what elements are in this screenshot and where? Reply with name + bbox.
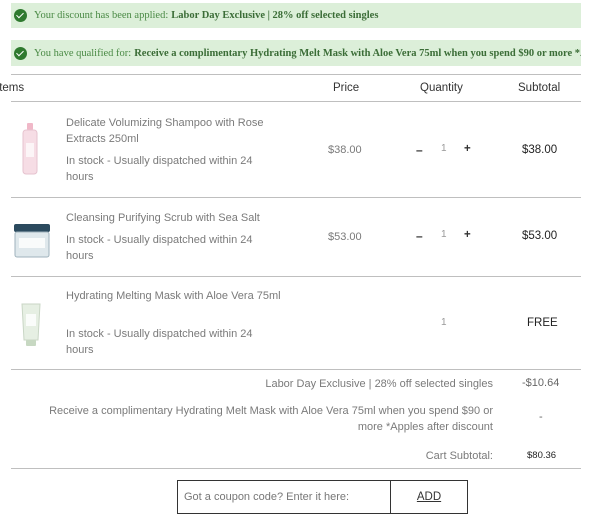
column-header-subtotal: Subtotal	[518, 82, 561, 94]
notice-prefix: Your discount has been applied:	[34, 10, 169, 21]
notice-highlight: Receive a complimentary Hydrating Melt M…	[134, 47, 581, 59]
increase-quantity-button[interactable]: +	[464, 143, 471, 155]
product-name[interactable]: Hydrating Melting Mask with Aloe Vera 75…	[66, 288, 281, 304]
column-header-quantity: Quantity	[420, 82, 463, 94]
product-name[interactable]: Cleansing Purifying Scrub with Sea Salt	[66, 210, 281, 226]
notice-prefix: You have qualified for:	[34, 47, 132, 59]
cart-row: Cleansing Purifying Scrub with Sea Salt …	[0, 197, 611, 277]
cart-subtotal-label: Cart Subtotal:	[425, 450, 493, 462]
column-header-price: Price	[333, 82, 360, 94]
gift-label: Receive a complimentary Hydrating Melt M…	[49, 405, 493, 433]
notice-highlight: Labor Day Exclusive | 28% off selected s…	[171, 10, 379, 21]
discount-applied-notice: Your discount has been applied: Labor Da…	[11, 3, 581, 28]
coupon-form: ADD	[177, 480, 468, 514]
check-circle-icon	[14, 46, 27, 60]
decrease-quantity-button[interactable]: –	[416, 143, 423, 157]
cart-subtotal-value: $80.36	[527, 450, 557, 461]
shampoo-bottle-icon	[22, 123, 38, 175]
divider	[11, 74, 581, 75]
add-coupon-button[interactable]: ADD	[391, 481, 467, 513]
discount-value: -$10.64	[522, 377, 560, 389]
coupon-code-input[interactable]	[178, 481, 391, 513]
quantity-value: 1	[441, 317, 447, 328]
stock-status: In stock - Usually dispatched within 24 …	[66, 234, 253, 262]
divider	[11, 369, 581, 370]
check-circle-icon	[14, 9, 27, 22]
discount-label: Labor Day Exclusive | 28% off selected s…	[265, 378, 493, 390]
row-subtotal: $53.00	[522, 230, 558, 242]
cart-row: Hydrating Melting Mask with Aloe Vera 75…	[0, 276, 611, 369]
stock-status: In stock - Usually dispatched within 24 …	[66, 328, 253, 356]
quantity-value[interactable]: 1	[441, 229, 447, 240]
decrease-quantity-button[interactable]: –	[416, 229, 423, 243]
scrub-jar-icon	[14, 224, 50, 258]
stock-status: In stock - Usually dispatched within 24 …	[66, 155, 253, 183]
mask-tube-icon	[21, 303, 41, 346]
cart-row: Delicate Volumizing Shampoo with Rose Ex…	[0, 101, 611, 197]
product-name[interactable]: Delicate Volumizing Shampoo with Rose Ex…	[66, 115, 281, 147]
gift-value: -	[539, 411, 543, 423]
column-header-items: Items	[0, 82, 25, 94]
row-subtotal: $38.00	[522, 144, 558, 156]
qualified-notice: You have qualified for: Receive a compli…	[11, 40, 581, 66]
quantity-value[interactable]: 1	[441, 143, 447, 154]
unit-price: $38.00	[328, 144, 362, 156]
divider	[11, 468, 581, 469]
increase-quantity-button[interactable]: +	[464, 229, 471, 241]
row-subtotal: FREE	[527, 317, 558, 329]
unit-price: $53.00	[328, 231, 362, 243]
